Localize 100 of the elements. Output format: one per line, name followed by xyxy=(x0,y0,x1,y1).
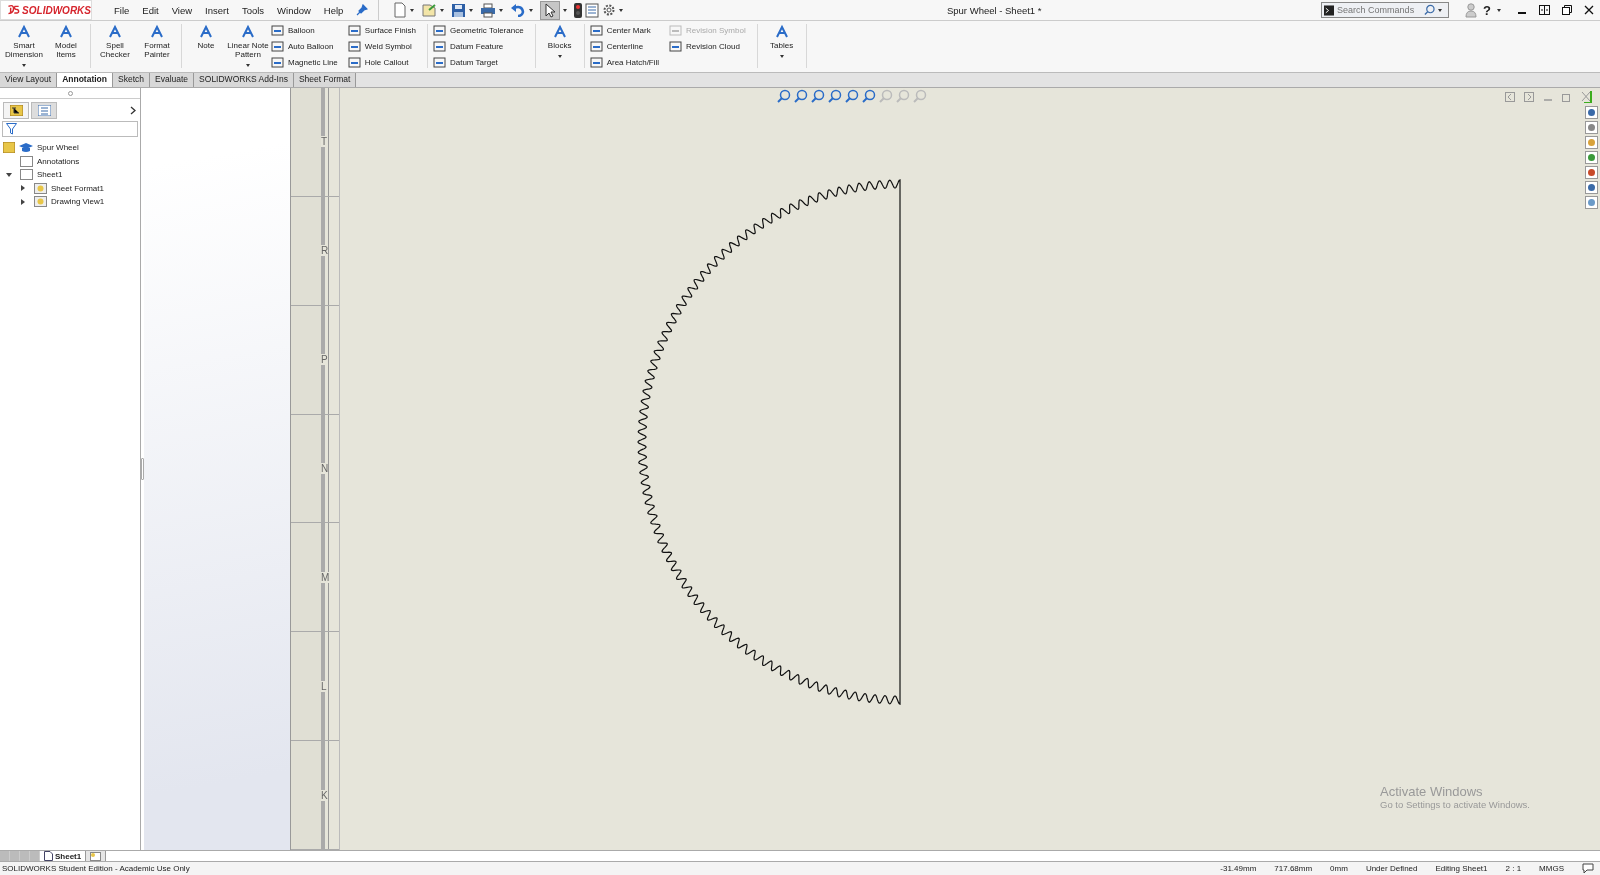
view-tool-icon[interactable] xyxy=(828,89,842,103)
status-field: MMGS xyxy=(1539,864,1564,873)
ribbon-button[interactable]: Datum Target xyxy=(432,56,524,69)
menu-item[interactable]: File xyxy=(114,4,130,16)
restore-icon[interactable] xyxy=(1562,5,1572,15)
filter-field[interactable] xyxy=(2,121,138,137)
expand-icon[interactable] xyxy=(20,198,26,205)
tree-item[interactable]: Sheet Format1 xyxy=(0,181,140,195)
ribbon-button[interactable]: Linear Note Pattern xyxy=(229,24,267,68)
expand-icon[interactable] xyxy=(20,185,26,192)
ribbon-button[interactable]: Hole Callout xyxy=(347,56,416,69)
graduation-cap-icon xyxy=(19,142,33,154)
ribbon-button[interactable]: Note xyxy=(187,24,225,68)
ribbon-tab[interactable]: SOLIDWORKS Add-Ins xyxy=(194,73,294,87)
menu-item[interactable]: Help xyxy=(323,4,344,16)
status-field: Under Defined xyxy=(1365,864,1418,873)
ribbon-button[interactable]: Revision Cloud xyxy=(669,40,746,53)
pin-icon[interactable] xyxy=(356,4,369,16)
ribbon-button[interactable]: Format Painter xyxy=(138,24,176,68)
status-text: SOLIDWORKS Student Edition - Academic Use Only xyxy=(1,864,191,873)
chevron-icon[interactable] xyxy=(130,106,137,115)
new-document-icon[interactable] xyxy=(393,2,408,18)
settings-icon[interactable] xyxy=(602,3,617,17)
status-field: Editing Sheet1 xyxy=(1435,864,1488,873)
undo-icon[interactable] xyxy=(510,3,527,17)
menu-item[interactable]: Window xyxy=(277,4,311,16)
tree-item[interactable]: Drawing View1 xyxy=(0,195,140,209)
task-pane-icon[interactable] xyxy=(1585,166,1598,179)
sheet-icon xyxy=(34,196,47,208)
tool-icon xyxy=(347,56,361,69)
ribbon-tab[interactable]: View Layout xyxy=(0,73,58,87)
collapse-icon[interactable] xyxy=(6,171,12,178)
ribbon-button[interactable]: Weld Symbol xyxy=(347,40,416,53)
tool-icon xyxy=(589,56,603,69)
view-tool-icon[interactable] xyxy=(777,89,791,103)
sheet-icon xyxy=(20,169,33,181)
close-icon[interactable] xyxy=(1584,5,1594,15)
ribbon-button[interactable]: Surface Finish xyxy=(347,24,416,37)
ribbon-button[interactable]: Datum Feature xyxy=(432,40,524,53)
ribbon-button[interactable]: Blocks xyxy=(540,24,579,68)
menu-item[interactable]: View xyxy=(171,4,193,16)
task-pane-icon[interactable] xyxy=(1585,151,1598,164)
task-pane-icon[interactable] xyxy=(1585,196,1598,209)
filter-icon xyxy=(6,123,17,135)
traffic-light-icon[interactable] xyxy=(574,2,583,18)
ribbon-button[interactable]: Magnetic Line xyxy=(271,56,338,69)
tree-icon xyxy=(3,142,15,154)
ribbon-button[interactable]: Balloon xyxy=(271,24,338,37)
view-tool-icon[interactable] xyxy=(811,89,825,103)
user-icon[interactable] xyxy=(1465,2,1478,18)
task-pane-icon[interactable] xyxy=(1585,121,1598,134)
task-pane-icon[interactable] xyxy=(1585,136,1598,149)
menu-item[interactable]: Edit xyxy=(142,4,159,16)
feature-tree-tab[interactable] xyxy=(3,102,29,119)
tree-item[interactable]: Sheet1 xyxy=(0,168,140,182)
task-pane-icon[interactable] xyxy=(1585,106,1598,119)
ribbon-tab[interactable]: Sheet Format xyxy=(293,73,357,87)
tool-icon xyxy=(432,56,446,69)
view-tool-icon[interactable] xyxy=(845,89,859,103)
previous-icon[interactable] xyxy=(1505,92,1515,102)
ribbon-button[interactable]: Model Items xyxy=(47,24,85,68)
tool-icon xyxy=(669,24,683,37)
select-button[interactable] xyxy=(540,0,561,20)
tree-item[interactable]: Spur Wheel xyxy=(0,141,140,155)
tool-icon xyxy=(347,24,361,37)
add-sheet-button[interactable] xyxy=(86,851,107,861)
help-button[interactable]: ? xyxy=(1483,2,1491,18)
menu-item[interactable]: Insert xyxy=(205,4,229,16)
ribbon-button[interactable]: Centerline xyxy=(589,40,660,53)
ribbon-tab[interactable]: Sketch xyxy=(113,73,150,87)
ribbon-button[interactable]: Geometric Tolerance xyxy=(432,24,524,37)
tool-icon xyxy=(149,24,165,40)
tool-icon xyxy=(198,24,214,40)
ribbon-button[interactable]: Tables xyxy=(762,24,801,68)
ribbon-button[interactable]: Spell Checker xyxy=(96,24,134,68)
tool-icon xyxy=(271,56,284,69)
task-pane-icon[interactable] xyxy=(1585,181,1598,194)
cursor-icon xyxy=(544,2,557,18)
activation-message: Go to Settings to activate Windows. xyxy=(1380,799,1530,810)
ribbon-tab[interactable]: Evaluate xyxy=(150,73,195,87)
tile-windows-icon[interactable] xyxy=(1539,5,1550,15)
ribbon-button[interactable]: Area Hatch/Fill xyxy=(589,56,660,69)
open-folder-icon[interactable] xyxy=(421,2,438,18)
chat-icon[interactable] xyxy=(1582,863,1594,874)
ribbon-button[interactable]: Center Mark xyxy=(589,24,660,37)
view-tool-icon[interactable] xyxy=(862,89,876,103)
app-logo[interactable]: SOLIDWORKS xyxy=(0,0,92,20)
view-tool-icon[interactable] xyxy=(794,89,808,103)
next-icon[interactable] xyxy=(1524,92,1534,102)
save-icon[interactable] xyxy=(451,2,467,18)
ribbon-button[interactable]: Smart Dimension xyxy=(5,24,43,68)
splitter-handle[interactable] xyxy=(141,458,144,480)
menu-item[interactable]: Tools xyxy=(241,4,265,16)
ribbon-tab[interactable]: Annotation xyxy=(57,73,113,87)
zone-label: M xyxy=(321,571,330,583)
ribbon-button[interactable]: Auto Balloon xyxy=(271,40,338,53)
search-box[interactable]: Search Commands xyxy=(1321,2,1450,18)
search-field[interactable]: Search Commands xyxy=(1337,5,1422,15)
print-icon[interactable] xyxy=(480,2,497,18)
tree-item[interactable]: Annotations xyxy=(0,154,140,168)
